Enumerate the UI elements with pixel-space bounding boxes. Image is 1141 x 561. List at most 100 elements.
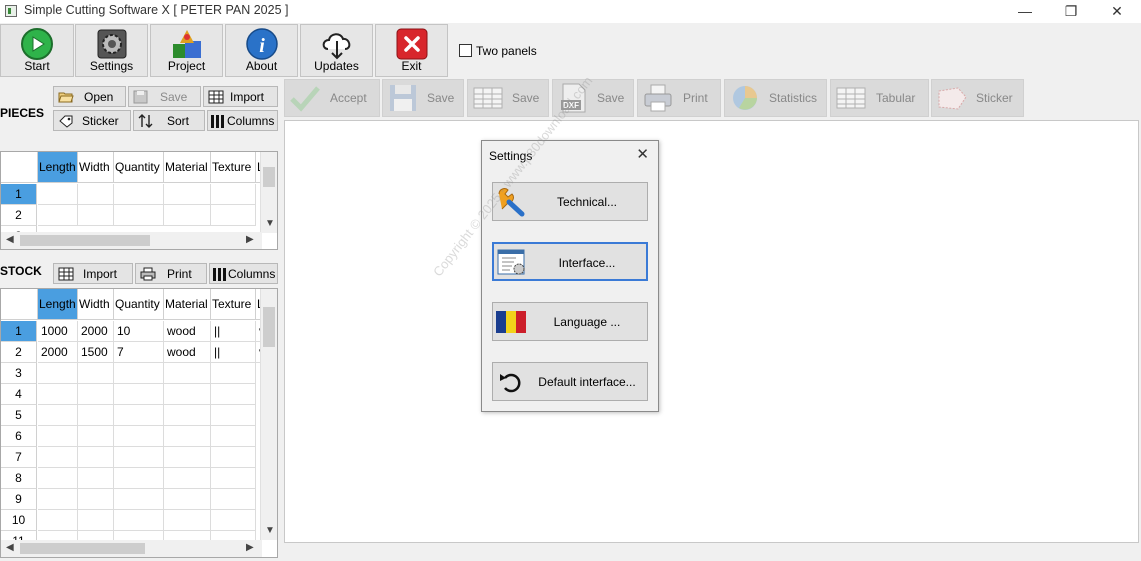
interface-button[interactable]: Interface... [492, 242, 648, 281]
table-cell[interactable] [38, 405, 78, 426]
table-cell[interactable] [211, 363, 256, 384]
minimize-button[interactable]: — [1002, 0, 1048, 23]
updates-button[interactable]: Updates [300, 24, 373, 77]
table-cell[interactable] [164, 205, 211, 226]
scroll-thumb[interactable] [20, 235, 150, 246]
table-cell[interactable] [78, 447, 114, 468]
save-table-button[interactable]: Save [467, 79, 549, 117]
scroll-thumb[interactable] [263, 167, 275, 187]
row-header[interactable]: 7 [1, 447, 37, 468]
table-cell[interactable] [114, 468, 164, 489]
scroll-left-arrow-icon[interactable]: ◀ [6, 234, 14, 245]
project-button[interactable]: Project [150, 24, 223, 77]
table-cell[interactable] [38, 384, 78, 405]
table-cell[interactable] [164, 184, 211, 205]
table-cell[interactable] [38, 510, 78, 531]
table-cell[interactable] [164, 405, 211, 426]
table-cell[interactable] [164, 384, 211, 405]
table-cell[interactable]: 1000 [38, 321, 78, 342]
table-cell[interactable] [114, 489, 164, 510]
two-panels-checkbox[interactable] [459, 44, 472, 57]
column-header-length[interactable]: Length [38, 289, 78, 320]
row-header[interactable]: 5 [1, 405, 37, 426]
stock-horizontal-scrollbar[interactable]: ◀ ▶ [1, 540, 262, 557]
start-button[interactable]: Start [0, 24, 74, 77]
table-cell[interactable] [211, 405, 256, 426]
table-cell[interactable] [78, 384, 114, 405]
table-cell[interactable] [211, 205, 256, 226]
row-header[interactable]: 10 [1, 510, 37, 531]
pieces-import-button[interactable]: Import [203, 86, 278, 107]
row-header[interactable]: 1 [1, 321, 37, 342]
column-header-length[interactable]: Length [38, 152, 78, 183]
table-cell[interactable] [164, 510, 211, 531]
table-cell[interactable]: || [211, 342, 256, 363]
table-cell[interactable] [211, 510, 256, 531]
table-cell[interactable] [38, 489, 78, 510]
table-cell[interactable] [38, 468, 78, 489]
pieces-sticker-button[interactable]: Sticker [53, 110, 131, 131]
column-header-width[interactable]: Width [78, 152, 114, 183]
table-cell[interactable] [78, 510, 114, 531]
table-cell[interactable]: wood [164, 321, 211, 342]
stock-columns-button[interactable]: Columns [209, 263, 278, 284]
column-header-quantity[interactable]: Quantity [114, 289, 164, 320]
pieces-open-button[interactable]: Open [53, 86, 126, 107]
row-header[interactable]: 9 [1, 489, 37, 510]
row-header[interactable]: 6 [1, 426, 37, 447]
scroll-down-arrow-icon[interactable]: ▼ [265, 525, 275, 536]
table-cell[interactable] [211, 468, 256, 489]
table-cell[interactable]: 2000 [38, 342, 78, 363]
table-cell[interactable] [211, 489, 256, 510]
table-cell[interactable]: 10 [114, 321, 164, 342]
table-cell[interactable]: wood [164, 342, 211, 363]
table-cell[interactable] [114, 363, 164, 384]
dialog-close-icon[interactable]: ✕ [636, 145, 649, 163]
stock-import-button[interactable]: Import [53, 263, 133, 284]
about-button[interactable]: i About [225, 24, 298, 77]
pieces-save-button[interactable]: Save [128, 86, 201, 107]
scroll-right-arrow-icon[interactable]: ▶ [246, 542, 254, 553]
table-cell[interactable] [78, 468, 114, 489]
table-cell[interactable] [38, 205, 78, 226]
pieces-vertical-scrollbar[interactable]: ▼ [260, 152, 277, 233]
table-cell[interactable] [211, 447, 256, 468]
table-cell[interactable] [211, 184, 256, 205]
column-header-texture[interactable]: Texture [211, 289, 256, 320]
maximize-button[interactable]: ❐ [1048, 0, 1094, 23]
column-header-material[interactable]: Material [164, 152, 211, 183]
pieces-columns-button[interactable]: Columns [207, 110, 278, 131]
column-header-quantity[interactable]: Quantity [114, 152, 164, 183]
row-header[interactable]: 8 [1, 468, 37, 489]
table-cell[interactable]: 1500 [78, 342, 114, 363]
row-header[interactable]: 2 [1, 342, 37, 363]
pieces-grid[interactable]: Length Width Quantity Material Texture L… [0, 151, 278, 250]
stock-grid[interactable]: Length Width Quantity Material Texture L… [0, 288, 278, 558]
row-header[interactable]: 1 [1, 184, 37, 205]
table-cell[interactable] [164, 489, 211, 510]
layout-canvas[interactable] [284, 120, 1139, 543]
table-cell[interactable] [164, 426, 211, 447]
table-cell[interactable] [78, 405, 114, 426]
language-button[interactable]: Language ... [492, 302, 648, 341]
settings-button[interactable]: Settings [75, 24, 148, 77]
scroll-thumb[interactable] [20, 543, 145, 554]
table-cell[interactable] [78, 426, 114, 447]
close-button[interactable]: ✕ [1094, 0, 1140, 23]
pieces-horizontal-scrollbar[interactable]: ◀ ▶ [1, 232, 262, 249]
column-header-material[interactable]: Material [164, 289, 211, 320]
table-cell[interactable]: || [211, 321, 256, 342]
table-cell[interactable] [164, 468, 211, 489]
column-header-texture[interactable]: Texture [211, 152, 256, 183]
row-header[interactable]: 3 [1, 363, 37, 384]
scroll-down-arrow-icon[interactable]: ▼ [265, 218, 275, 229]
table-cell[interactable]: 2000 [78, 321, 114, 342]
default-interface-button[interactable]: Default interface... [492, 362, 648, 401]
table-cell[interactable] [38, 363, 78, 384]
technical-button[interactable]: Technical... [492, 182, 648, 221]
table-cell[interactable] [114, 447, 164, 468]
table-cell[interactable] [114, 405, 164, 426]
table-cell[interactable] [114, 426, 164, 447]
table-cell[interactable] [38, 426, 78, 447]
table-cell[interactable] [114, 384, 164, 405]
